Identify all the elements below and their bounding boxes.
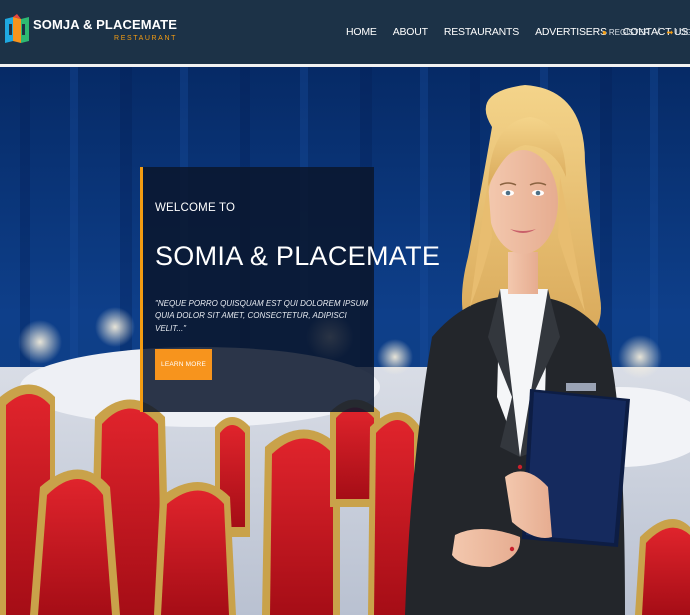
welcome-pretitle: WELCOME TO (155, 202, 236, 214)
auth-links: ● REGISTER / ➡ LOGIN (602, 0, 690, 64)
brand-tagline: RESTAURANT (114, 35, 177, 42)
brand-name: SOMJA & PLACEMATE (33, 17, 177, 32)
learn-more-button[interactable]: LEARN MORE (155, 349, 212, 380)
nav-item-advertisers[interactable]: ADVERTISERS (535, 26, 607, 38)
hero-title: SOMIA & PLACEMATE (155, 241, 441, 271)
sign-in-icon: ➡ (666, 27, 674, 37)
login-link[interactable]: ➡ LOGIN (667, 28, 690, 37)
auth-separator: / (656, 26, 660, 38)
nav-item-about[interactable]: ABOUT (393, 26, 428, 38)
nav-item-restaurants[interactable]: RESTAURANTS (444, 26, 519, 38)
colorful-book-logo-icon (5, 14, 29, 43)
register-label: REGISTER (608, 27, 650, 37)
register-link[interactable]: ● REGISTER (602, 28, 650, 37)
site-header: SOMJA & PLACEMATE RESTAURANT HOME ABOUT … (0, 0, 690, 64)
login-label: LOGIN (675, 27, 690, 37)
brand-logo[interactable]: SOMJA & PLACEMATE RESTAURANT (4, 10, 177, 50)
user-icon: ● (602, 27, 607, 37)
welcome-card: WELCOME TO SOMIA & PLACEMATE "NEQUE PORR… (140, 167, 440, 412)
hero-quote: "NEQUE PORRO QUISQUAM EST QUI DOLOREM IP… (155, 299, 369, 333)
hero-banner: WELCOME TO SOMIA & PLACEMATE "NEQUE PORR… (0, 67, 690, 615)
nav-item-home[interactable]: HOME (346, 26, 377, 38)
